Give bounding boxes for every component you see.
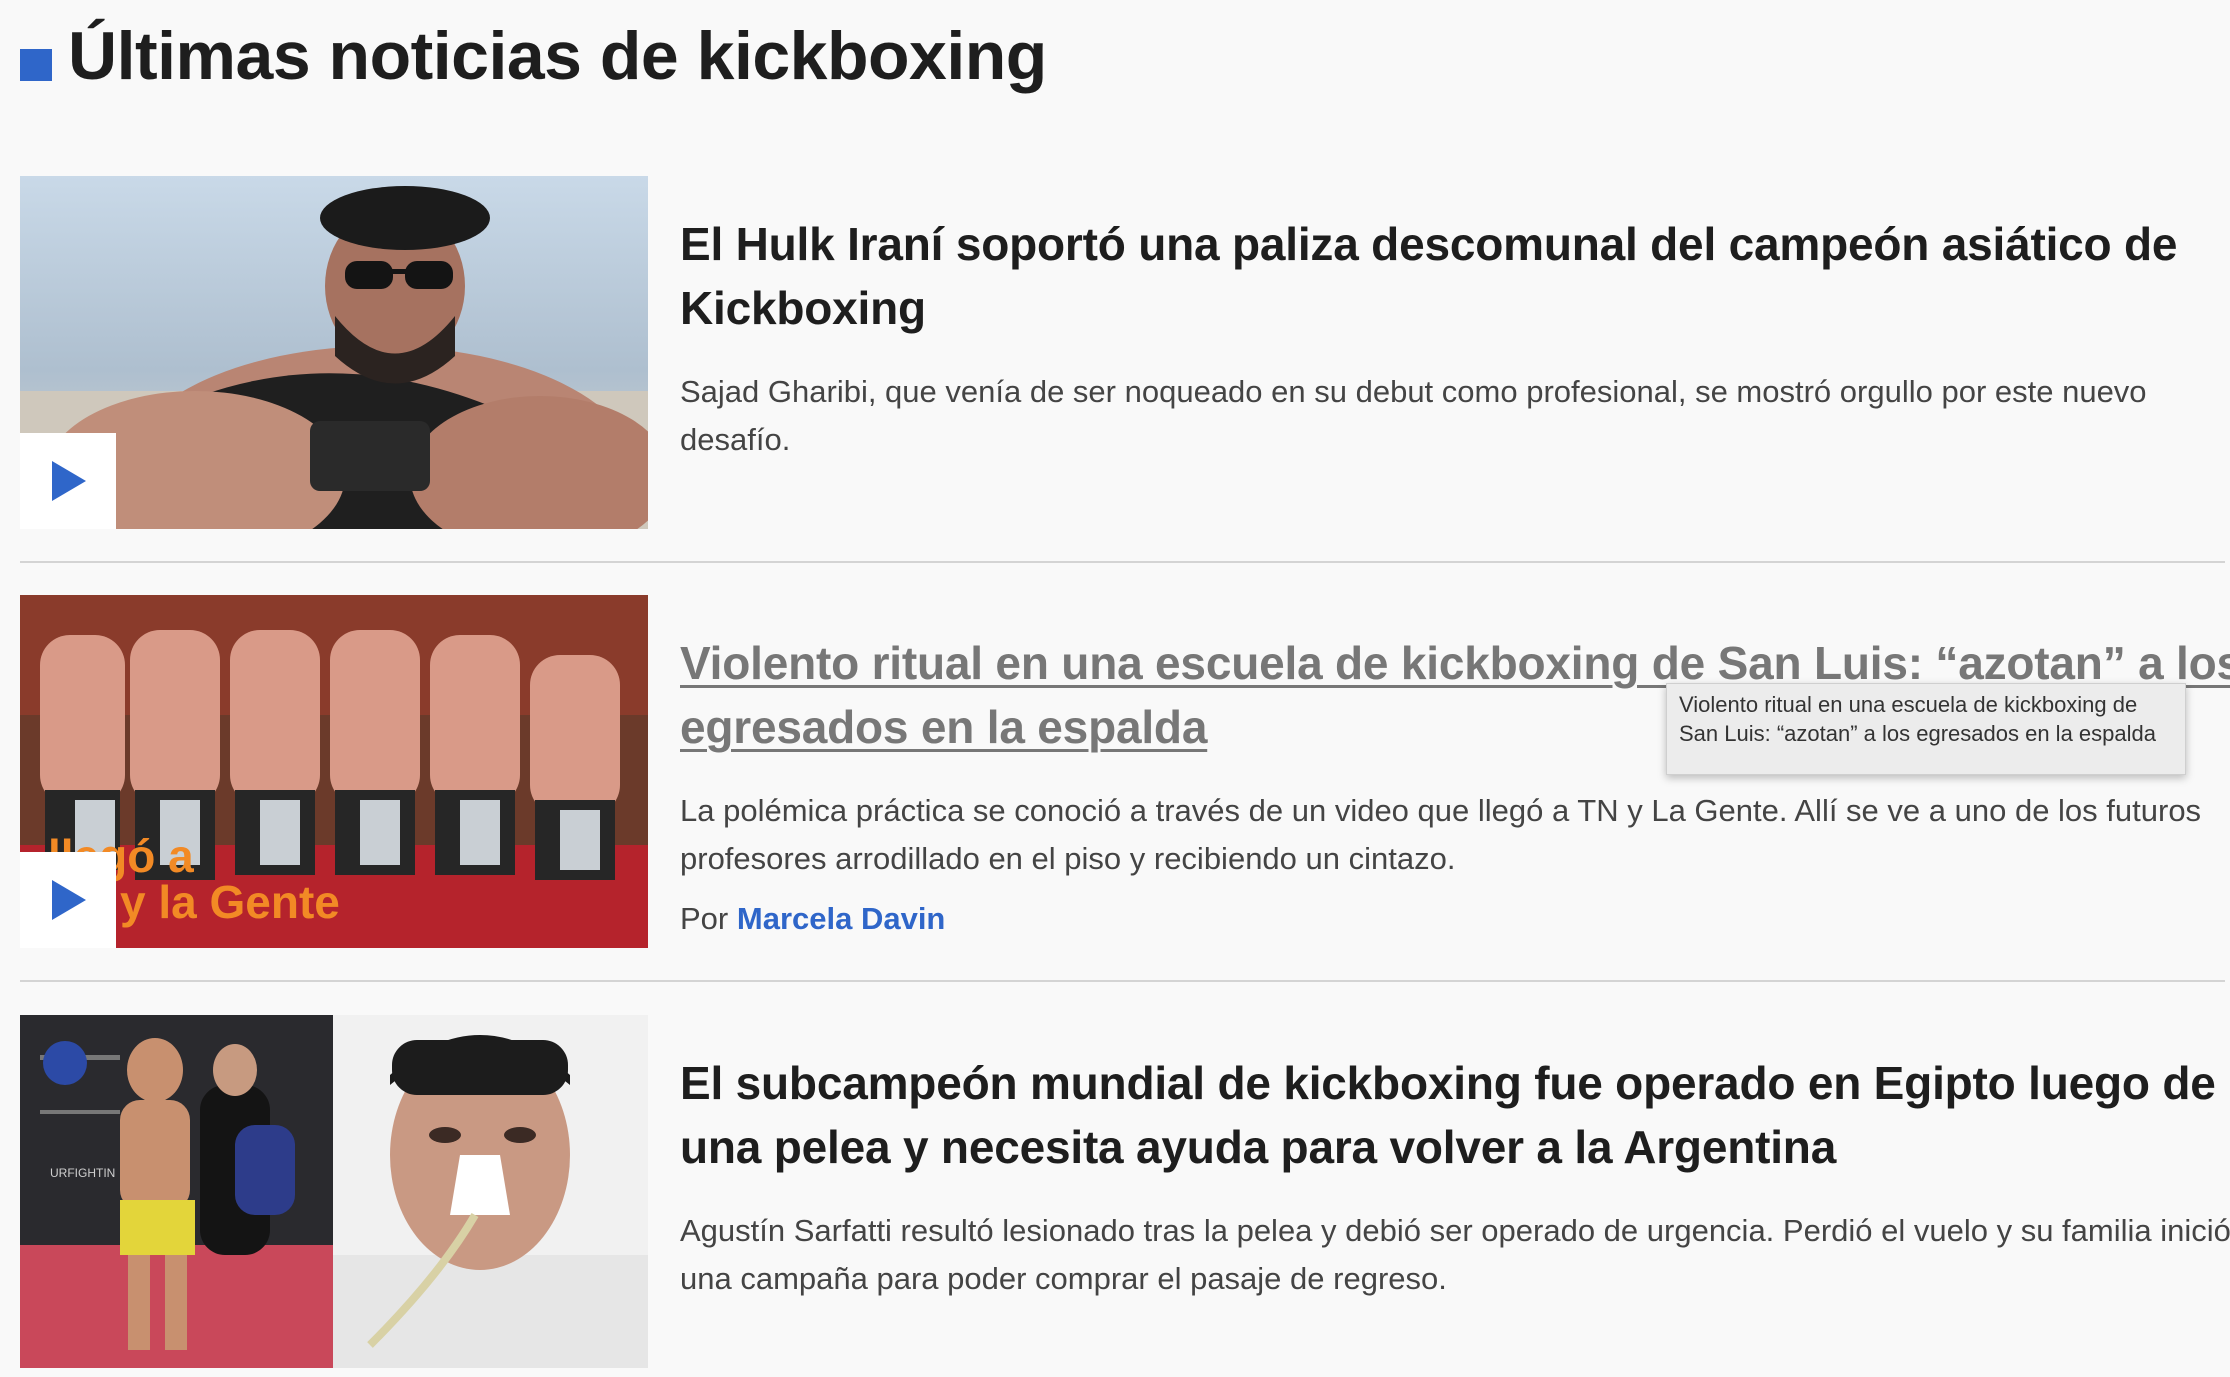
thumbnail-photo-fighter: URFIGHTIN <box>20 1015 648 1368</box>
article-headline-link[interactable]: El Hulk Iraní soportó una paliza descomu… <box>680 212 2230 340</box>
play-icon <box>52 461 86 501</box>
section-title: Últimas noticias de kickboxing <box>68 18 1047 94</box>
article-thumbnail[interactable]: llegó a y la Gente <box>20 595 648 948</box>
video-play-badge[interactable] <box>20 852 116 948</box>
play-icon <box>52 880 86 920</box>
article-byline: Por Marcela Davin <box>680 901 2230 937</box>
video-play-badge[interactable] <box>20 433 116 529</box>
article-summary: La polémica práctica se conoció a través… <box>680 793 2202 876</box>
headline-tooltip: Violento ritual en una escuela de kickbo… <box>1666 683 2186 775</box>
section-accent-square <box>20 49 52 81</box>
article-card: El Hulk Iraní soportó una paliza descomu… <box>20 176 2225 530</box>
section-header: Últimas noticias de kickboxing <box>20 8 1047 104</box>
article-body: El subcampeón mundial de kickboxing fue … <box>680 1015 2230 1303</box>
byline-prefix: Por <box>680 901 729 936</box>
article-body: El Hulk Iraní soportó una paliza descomu… <box>680 176 2230 464</box>
article-thumbnail[interactable] <box>20 176 648 529</box>
article-headline-link[interactable]: El subcampeón mundial de kickboxing fue … <box>680 1051 2230 1179</box>
article-divider <box>20 561 2225 563</box>
article-summary: Agustín Sarfatti resultó lesionado tras … <box>680 1213 2230 1296</box>
image-ring-text: URFIGHTIN <box>50 1166 115 1180</box>
article-summary: Sajad Gharibi, que venía de ser noqueado… <box>680 374 2147 457</box>
article-thumbnail[interactable]: URFIGHTIN <box>20 1015 648 1368</box>
article-divider <box>20 980 2225 982</box>
overlay-text-line: y la Gente <box>120 876 340 928</box>
article-card: URFIGHTIN El subcampeón mundial de kickb… <box>20 1015 2230 1369</box>
author-link[interactable]: Marcela Davin <box>737 901 946 936</box>
